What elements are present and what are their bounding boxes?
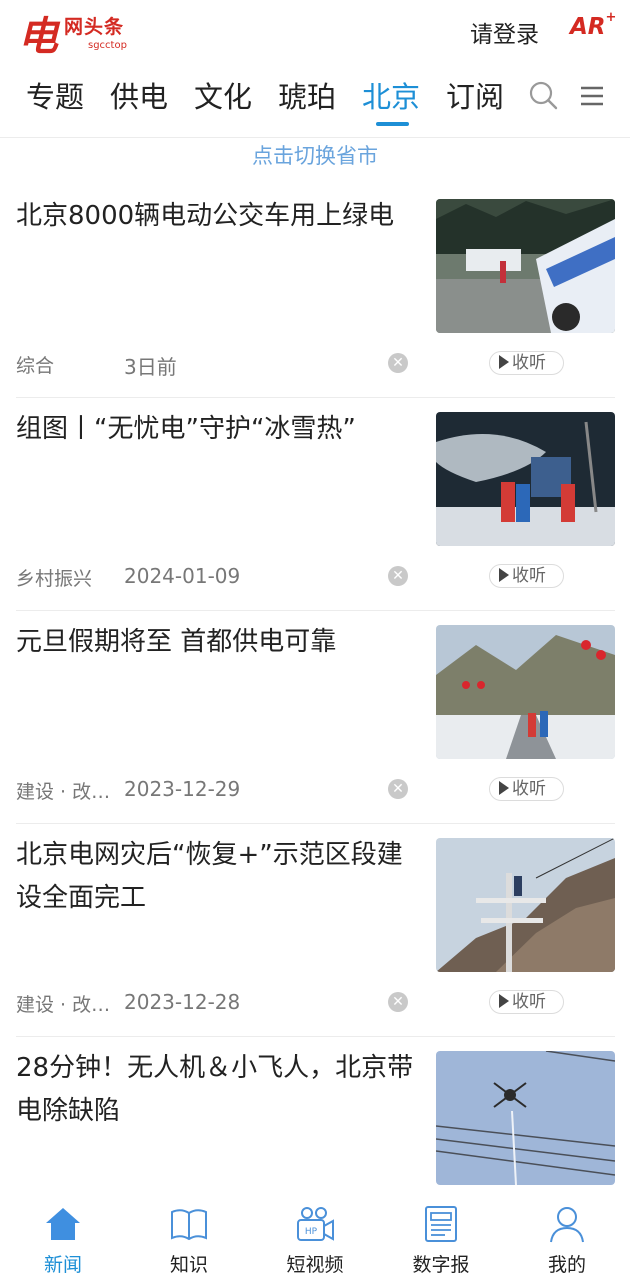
nav-profile[interactable]: 我的	[512, 1204, 622, 1277]
channel-tabs: 专题 供电 文化 琥珀 北京 订阅	[0, 62, 630, 138]
app-header: 电 网头条 sgcctop 请登录 AR+	[0, 0, 630, 62]
listen-label: 收听	[512, 992, 546, 1012]
home-icon	[43, 1204, 83, 1244]
listen-button[interactable]: 收听	[489, 564, 564, 588]
nav-news[interactable]: 新闻	[8, 1204, 118, 1277]
play-icon	[499, 781, 509, 795]
tab-gongdian[interactable]: 供电	[110, 74, 168, 116]
user-icon	[547, 1204, 587, 1244]
logo-name: 网头条	[64, 16, 125, 38]
news-category: 建设 · 改…	[16, 994, 111, 1016]
login-button[interactable]: 请登录	[470, 15, 539, 49]
nav-digital-paper[interactable]: 数字报	[386, 1204, 496, 1277]
news-title[interactable]: 北京电网灾后“恢复+”示范区段建设全面完工	[16, 834, 428, 920]
news-thumbnail[interactable]	[436, 625, 615, 759]
news-title[interactable]: 元旦假期将至 首都供电可靠	[16, 621, 428, 664]
bottom-navigation: 新闻 知识 HP 短视频 数字报 我的	[0, 1196, 630, 1280]
news-date: 3日前	[124, 355, 177, 379]
nav-label: 短视频	[286, 1254, 344, 1276]
listen-button[interactable]: 收听	[489, 777, 564, 801]
news-date: 2023-12-28	[124, 990, 241, 1014]
book-icon	[169, 1204, 209, 1244]
video-icon: HP	[295, 1204, 335, 1244]
tab-beijing[interactable]: 北京	[362, 74, 420, 116]
nav-label: 我的	[547, 1254, 586, 1276]
news-category: 乡村振兴	[16, 568, 93, 590]
listen-button[interactable]: 收听	[489, 351, 564, 375]
ar-button[interactable]: AR+	[570, 10, 616, 40]
dismiss-icon[interactable]: ✕	[388, 566, 408, 586]
play-icon	[499, 994, 509, 1008]
nav-label: 知识	[169, 1254, 208, 1276]
logo-mark: 电	[18, 13, 58, 60]
dismiss-icon[interactable]: ✕	[388, 779, 408, 799]
news-item[interactable]: 元旦假期将至 首都供电可靠 建设 · 改… 2023-12-29 ✕ 收听	[16, 611, 615, 824]
news-item[interactable]: 组图丨“无忧电”守护“冰雪热” 乡村振兴 2024-01-09 ✕ 收听	[16, 398, 615, 611]
nav-label: 新闻	[43, 1254, 82, 1276]
news-thumbnail[interactable]	[436, 199, 615, 333]
menu-icon[interactable]	[576, 80, 608, 112]
listen-label: 收听	[512, 353, 546, 373]
newspaper-icon	[421, 1204, 461, 1244]
news-date: 2023-12-29	[124, 777, 241, 801]
news-title[interactable]: 组图丨“无忧电”守护“冰雪热”	[16, 408, 428, 451]
tab-zhuanti[interactable]: 专题	[26, 74, 84, 116]
switch-province-link[interactable]: 点击切换省市	[0, 140, 630, 170]
news-title[interactable]: 28分钟！无人机＆小飞人，北京带电除缺陷	[16, 1047, 428, 1133]
search-icon[interactable]	[528, 80, 560, 112]
svg-text:HP: HP	[305, 1227, 318, 1237]
news-thumbnail[interactable]	[436, 838, 615, 972]
tab-wenhua[interactable]: 文化	[194, 74, 252, 116]
listen-label: 收听	[512, 566, 546, 586]
dismiss-icon[interactable]: ✕	[388, 992, 408, 1012]
news-thumbnail[interactable]	[436, 412, 615, 546]
listen-label: 收听	[512, 779, 546, 799]
news-category: 综合	[16, 355, 55, 377]
play-icon	[499, 568, 509, 582]
ar-plus: +	[605, 10, 617, 26]
nav-knowledge[interactable]: 知识	[134, 1204, 244, 1277]
active-tab-indicator	[376, 122, 409, 126]
news-date: 2024-01-09	[124, 564, 241, 588]
tab-dingyue[interactable]: 订阅	[446, 74, 504, 116]
news-item[interactable]: 北京8000辆电动公交车用上绿电 综合 3日前 ✕ 收听	[16, 185, 615, 398]
play-icon	[499, 355, 509, 369]
nav-label: 数字报	[412, 1254, 470, 1276]
logo-subtitle: sgcctop	[88, 40, 127, 51]
nav-short-video[interactable]: HP 短视频	[260, 1204, 370, 1277]
dismiss-icon[interactable]: ✕	[388, 353, 408, 373]
ar-label: AR	[570, 14, 606, 40]
news-title[interactable]: 北京8000辆电动公交车用上绿电	[16, 195, 428, 238]
news-item[interactable]: 北京电网灾后“恢复+”示范区段建设全面完工 建设 · 改… 2023-12-28…	[16, 824, 615, 1037]
news-item[interactable]: 28分钟！无人机＆小飞人，北京带电除缺陷	[16, 1037, 615, 1196]
news-thumbnail[interactable]	[436, 1051, 615, 1185]
tab-hupo[interactable]: 琥珀	[278, 74, 336, 116]
app-logo: 电 网头条 sgcctop	[18, 6, 133, 60]
news-category: 建设 · 改…	[16, 781, 111, 803]
listen-button[interactable]: 收听	[489, 990, 564, 1014]
